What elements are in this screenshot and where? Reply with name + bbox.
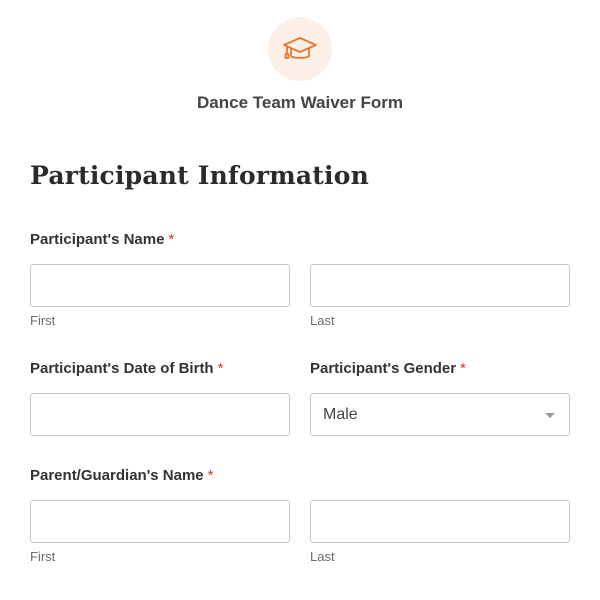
required-marker: * xyxy=(207,467,214,484)
label-text: Participant's Name xyxy=(30,231,165,248)
parent-name-label: Parent/Guardian's Name * xyxy=(30,466,213,486)
date-of-birth-label: Participant's Date of Birth * xyxy=(30,359,223,379)
required-marker: * xyxy=(217,360,224,377)
participant-first-sublabel: First xyxy=(30,313,56,328)
parent-last-sublabel: Last xyxy=(310,549,335,564)
form-title: Dance Team Waiver Form xyxy=(197,93,403,112)
chevron-down-icon xyxy=(545,413,555,418)
graduation-cap-icon xyxy=(283,37,317,59)
required-marker: * xyxy=(460,360,466,377)
form-logo xyxy=(268,17,332,81)
participant-first-name-input[interactable] xyxy=(30,264,290,307)
participant-last-sublabel: Last xyxy=(310,313,335,328)
required-marker: * xyxy=(168,231,175,248)
participant-name-label: Participant's Name * xyxy=(30,230,174,250)
parent-first-name-input[interactable] xyxy=(30,500,290,543)
gender-selected-value: Male xyxy=(323,406,358,423)
parent-last-name-input[interactable] xyxy=(310,500,570,543)
label-text: Participant's Gender xyxy=(310,360,457,377)
participant-last-name-input[interactable] xyxy=(310,264,570,307)
label-text: Participant's Date of Birth xyxy=(30,360,214,377)
label-text: Parent/Guardian's Name xyxy=(30,467,204,484)
gender-label: Participant's Gender * xyxy=(310,359,466,379)
date-of-birth-input[interactable] xyxy=(30,393,290,436)
parent-first-sublabel: First xyxy=(30,549,56,564)
section-heading: Participant Information xyxy=(30,161,369,190)
gender-select[interactable]: Male xyxy=(310,393,570,436)
